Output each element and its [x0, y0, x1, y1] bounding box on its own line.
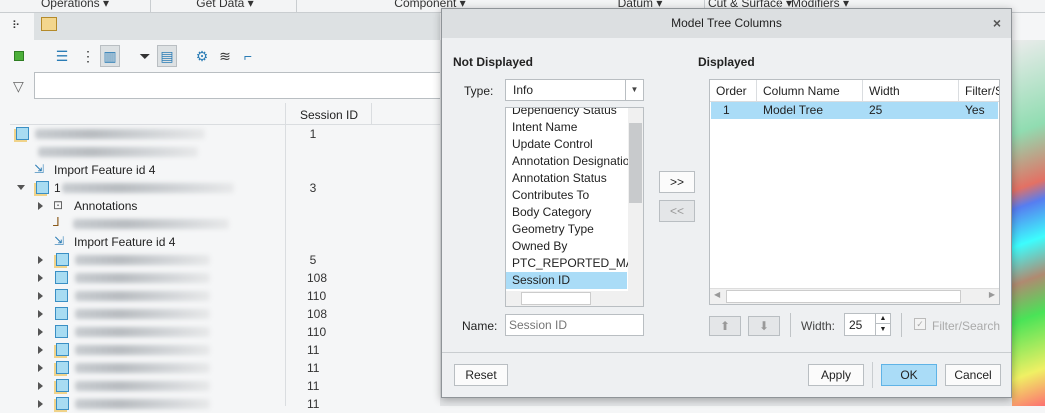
ok-button[interactable]: OK	[881, 364, 937, 386]
tree-row[interactable]: ⇲ Import Feature id 4	[0, 233, 440, 251]
operations-menu[interactable]: Operations ▾	[40, 0, 110, 10]
list-item[interactable]: Dependency Status	[512, 108, 617, 119]
tree-row[interactable]	[0, 143, 440, 161]
width-header[interactable]: Width	[863, 80, 959, 102]
dialog-title: Model Tree Columns	[442, 9, 1011, 38]
tree-filter-icon[interactable]: ⏷	[135, 45, 155, 67]
list-item[interactable]: Contributes To	[512, 187, 589, 204]
part-icon	[14, 51, 24, 61]
tree-row[interactable]: ⊡ Annotations	[0, 197, 440, 215]
expand-arrow-icon[interactable]	[38, 202, 43, 210]
table-row[interactable]: 1 Model Tree 25 Yes	[711, 102, 998, 119]
name-input[interactable]	[505, 314, 644, 336]
show-columns-icon[interactable]: ▥	[100, 45, 120, 67]
tree-row[interactable]: ⅃	[0, 215, 440, 233]
get-data-menu[interactable]: Get Data ▾	[190, 0, 260, 10]
horizontal-scrollbar[interactable]: ◀ ▶	[710, 288, 999, 304]
import-feature-icon: ⇲	[54, 234, 65, 248]
reset-button[interactable]: Reset	[454, 364, 508, 386]
list-item[interactable]: Intent Name	[512, 119, 577, 136]
chevron-down-icon[interactable]: ▼	[625, 80, 643, 100]
model-tree-icon: ⠗	[12, 20, 21, 32]
list-item[interactable]: Session ID	[506, 272, 627, 289]
tree-search-input[interactable]	[34, 72, 454, 99]
model-tree-tab[interactable]: ⠗	[0, 13, 34, 40]
spin-up-icon[interactable]: ▲	[875, 314, 890, 324]
tree-row[interactable]: 110	[0, 323, 440, 341]
vertical-scrollbar[interactable]	[628, 108, 643, 291]
column-name-header[interactable]: Column Name	[757, 80, 863, 102]
displayed-columns-table[interactable]: Order Column Name Width Filter/Search 1 …	[709, 79, 1000, 305]
model-tree: 1 ⇲ Import Feature id 4 13 ⊡ Annotations ⅃…	[0, 125, 440, 411]
cancel-button[interactable]: Cancel	[945, 364, 1001, 386]
name-label: Name:	[462, 319, 498, 333]
list-item[interactable]: Annotation Designatio	[512, 153, 629, 170]
tree-row[interactable]: 108	[0, 305, 440, 323]
move-down-button[interactable]: ⬇	[748, 316, 780, 336]
tree-row[interactable]: 11	[0, 395, 440, 413]
filter-search-checkbox[interactable]: ✓	[914, 318, 926, 330]
collapse-arrow-icon[interactable]	[17, 185, 25, 190]
remove-column-button[interactable]: <<	[659, 200, 695, 222]
list-item[interactable]: PTC_REPORTED_MATE	[512, 255, 643, 272]
scroll-thumb[interactable]	[629, 123, 642, 203]
graphics-window[interactable]	[1012, 40, 1045, 406]
annotations-icon: ⊡	[53, 198, 64, 212]
table-header: Order Column Name Width Filter/Search	[710, 80, 999, 102]
arrow-down-icon: ⬇	[758, 319, 770, 333]
filter-funnel-icon: ▽	[13, 78, 24, 94]
tree-row[interactable]: ⇲ Import Feature id 4	[0, 161, 440, 179]
add-column-button[interactable]: >>	[659, 171, 695, 193]
navigator-tabs	[0, 13, 440, 40]
list-item[interactable]: Geometry Type	[512, 221, 594, 238]
filter-search-header[interactable]: Filter/Search	[959, 80, 999, 102]
tree-row[interactable]: 11	[0, 377, 440, 395]
arrow-up-icon: ⬆	[719, 319, 731, 333]
width-spinner[interactable]: 25 ▲ ▼	[844, 313, 891, 336]
not-displayed-list[interactable]: Dependency Status Intent Name Update Contr…	[505, 107, 644, 307]
csys-icon: ⅃	[53, 215, 60, 229]
list-item[interactable]: Annotation Status	[512, 170, 607, 187]
close-icon[interactable]: ×	[993, 9, 1001, 38]
displayed-heading: Displayed	[698, 55, 755, 69]
type-label: Type:	[464, 84, 494, 98]
import-feature-icon: ⇲	[34, 162, 45, 176]
folder-browser-tab[interactable]	[41, 17, 57, 31]
apply-button[interactable]: Apply	[808, 364, 864, 386]
horizontal-scrollbar[interactable]	[506, 291, 643, 306]
width-label: Width:	[801, 319, 836, 333]
collapse-icon[interactable]: ⋮	[78, 45, 98, 67]
tree-row[interactable]: 11	[0, 359, 440, 377]
layers-icon[interactable]: ≋	[215, 45, 235, 67]
tree-row[interactable]: 11	[0, 341, 440, 359]
tree-select-icon[interactable]: ⌐	[238, 45, 258, 67]
list-item[interactable]: Owned By	[512, 238, 567, 255]
list-item[interactable]: Update Control	[512, 136, 593, 153]
tree-row[interactable]: 108	[0, 269, 440, 287]
spin-down-icon[interactable]: ▼	[875, 324, 890, 335]
list-item[interactable]: Body Category	[512, 204, 591, 221]
expand-icon[interactable]: ☰	[52, 45, 72, 67]
tree-row[interactable]: 13	[0, 179, 440, 197]
move-up-button[interactable]: ⬆	[709, 316, 741, 336]
type-select[interactable]: Info ▼	[505, 79, 644, 101]
tree-columns-icon[interactable]: ▤	[157, 45, 177, 67]
order-header[interactable]: Order	[710, 80, 757, 102]
settings-gear-icon[interactable]: ⚙	[192, 45, 212, 67]
filter-search-label: Filter/Search	[932, 319, 1001, 333]
tree-column-header: Session ID	[10, 103, 440, 125]
tree-row[interactable]: 1	[0, 125, 440, 143]
tree-row[interactable]: 110	[0, 287, 440, 305]
tree-row[interactable]: 5	[0, 251, 440, 269]
model-tree-columns-dialog: Model Tree Columns × Not Displayed Type:…	[441, 8, 1012, 398]
session-id-header[interactable]: Session ID	[285, 103, 372, 125]
not-displayed-heading: Not Displayed	[453, 55, 534, 69]
